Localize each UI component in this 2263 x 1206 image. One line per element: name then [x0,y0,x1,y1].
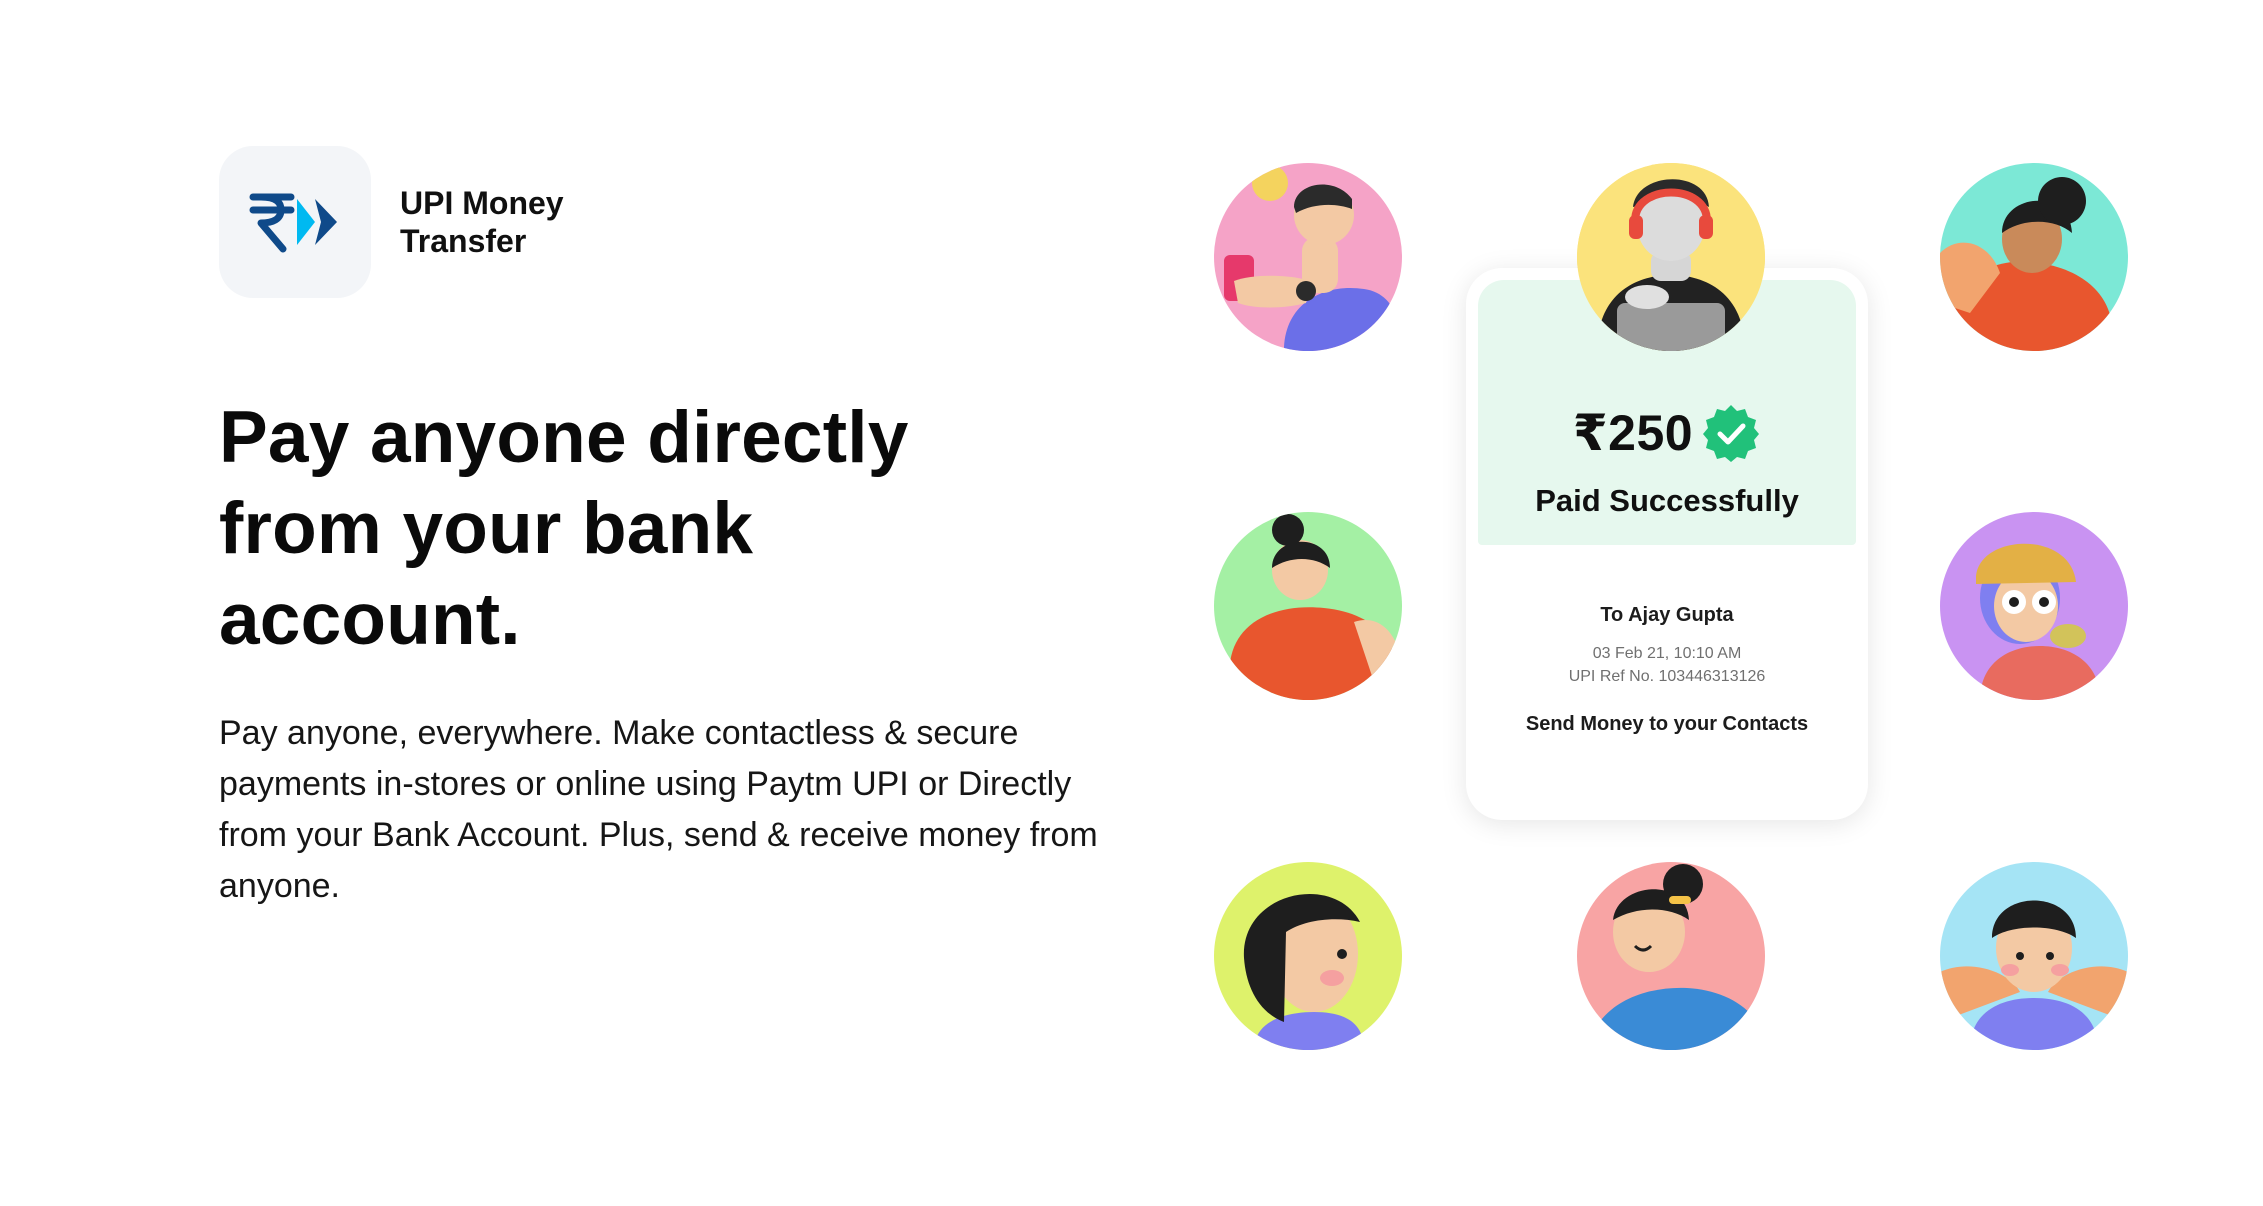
avatar-person-hug [1940,862,2128,1050]
avatar-person-bob [1214,862,1402,1050]
avatar-person-bun [1940,163,2128,351]
payment-status-text: Paid Successfully [1535,483,1799,518]
app-logo [219,146,371,298]
amount-row: ₹250 [1478,403,1856,463]
rupee-arrow-logo-icon [249,193,337,253]
page: UPI Money Transfer Pay anyone directly f… [0,0,2263,1206]
avatar-person-phone [1214,163,1402,351]
payment-reference: UPI Ref No. 103446313126 [1568,668,1766,685]
send-money-link[interactable]: Send Money to your Contacts [1466,713,1868,736]
payment-date: 03 Feb 21, 10:10 AM [1592,645,1742,662]
hero-description: Pay anyone, everywhere. Make contactless… [219,714,1098,905]
payment-recipient: To Ajay Gupta [1600,604,1734,626]
avatar-person-headphones [1577,163,1765,351]
verified-check-icon [1703,405,1760,462]
hero-headline: Pay anyone directly from your bank accou… [219,397,909,660]
brand-header: UPI Money Transfer [219,146,600,298]
brand-name: UPI Money Transfer [400,185,564,259]
payment-amount: ₹250 [1572,405,1694,461]
avatar-person-smile [1577,862,1765,1050]
avatar-person-cap [1940,512,2128,700]
avatar-person-orange [1214,512,1402,700]
